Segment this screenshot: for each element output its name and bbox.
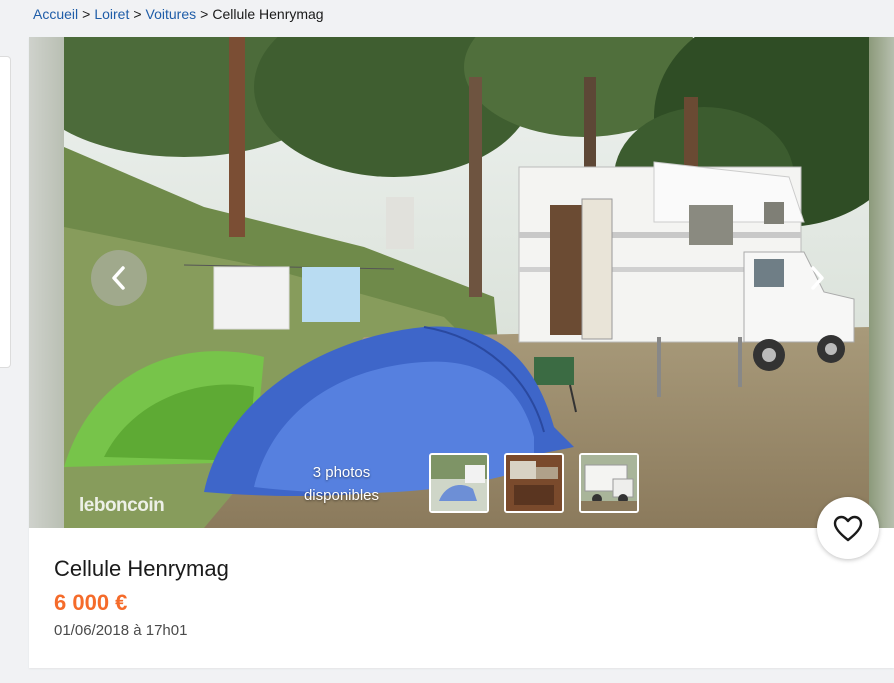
breadcrumb-home[interactable]: Accueil — [33, 6, 78, 22]
photo-blur-left — [29, 37, 64, 528]
photo-count-label[interactable]: 3 photos disponibles — [284, 461, 399, 507]
leboncoin-watermark: leboncoin — [79, 495, 165, 516]
camper-thumbnail-image — [581, 455, 637, 511]
tent-thumbnail-image — [431, 455, 487, 511]
breadcrumb-current: Cellule Henrymag — [212, 6, 324, 22]
breadcrumb-category[interactable]: Voitures — [146, 6, 197, 22]
breadcrumb: Accueil > Loiret > Voitures > Cellule Henrymag — [33, 6, 324, 22]
breadcrumb-separator: > — [200, 6, 209, 22]
previous-photo-button[interactable] — [91, 250, 147, 306]
thumbnail-1[interactable] — [429, 453, 489, 513]
listing-date: 01/06/2018 à 17h01 — [54, 622, 188, 639]
favorite-button[interactable] — [817, 497, 879, 559]
breadcrumb-separator: > — [82, 6, 91, 22]
photo-gallery[interactable]: leboncoin 3 photos disponibles — [29, 37, 894, 528]
listing-title: Cellule Henrymag — [54, 556, 229, 581]
thumbnail-3[interactable] — [579, 453, 639, 513]
chevron-right-icon — [811, 266, 824, 290]
listing-price: 6 000 € — [54, 590, 128, 615]
interior-thumbnail-image — [506, 455, 562, 511]
breadcrumb-separator: > — [133, 6, 142, 22]
thumbnail-2[interactable] — [504, 453, 564, 513]
side-panel-edge — [0, 56, 11, 368]
heart-icon — [833, 515, 863, 541]
chevron-left-icon — [112, 266, 125, 290]
listing-card: leboncoin 3 photos disponibles Cellule H… — [29, 37, 894, 668]
photo-blur-right — [869, 37, 894, 528]
next-photo-button[interactable] — [789, 250, 845, 306]
breadcrumb-region[interactable]: Loiret — [94, 6, 129, 22]
